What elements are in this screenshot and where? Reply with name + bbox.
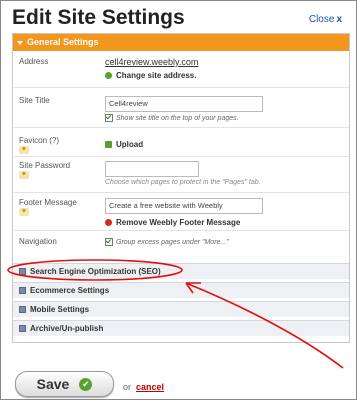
expand-icon [19,306,26,313]
expand-icon [19,325,26,332]
site-title-label: Site Title [19,96,50,105]
section-seo[interactable]: Search Engine Optimization (SEO) [13,263,349,279]
group-pages-checkbox-label: Group excess pages under "More..." [116,238,229,246]
checkmark-icon: ✔ [79,377,93,391]
or-text: or [123,382,132,392]
close-label: Close [308,14,335,25]
remove-icon [105,219,112,226]
divider [13,127,349,128]
group-pages-checkbox[interactable] [105,238,113,246]
change-address-label: Change site address. [116,71,197,80]
change-icon [105,72,112,79]
save-label: Save [36,376,70,392]
footer-message-input[interactable]: Create a free website with Weebly [105,198,263,214]
cancel-link[interactable]: cancel [136,382,164,392]
site-password-input[interactable] [105,161,199,177]
favicon-label: Favicon (?) [19,136,60,145]
change-address-link[interactable]: Change site address. [105,71,198,80]
edit-site-settings-dialog: Edit Site Settings Close x General Settin… [0,0,357,400]
remove-footer-label: Remove Weebly Footer Message [116,218,241,227]
navigation-label: Navigation [19,237,57,246]
expand-icon [19,268,26,275]
upload-icon [105,141,112,148]
show-title-checkbox-label: Show site title on the top of your pages… [116,114,239,122]
footer-message-label: Footer Message [19,198,77,207]
section-seo-label: Search Engine Optimization (SEO) [30,266,161,276]
premium-badge-icon: ✦ [19,208,29,216]
expand-icon [19,287,26,294]
show-title-checkbox[interactable] [105,114,113,122]
divider [13,87,349,88]
premium-badge-icon: ✦ [19,171,29,179]
divider [13,156,349,157]
remove-footer-link[interactable]: Remove Weebly Footer Message [105,218,263,227]
site-password-label: Site Password [19,161,71,170]
site-title-input[interactable]: Cell4review [105,96,263,112]
section-ecommerce-label: Ecommerce Settings [30,285,110,295]
collapse-triangle-icon [17,40,23,45]
divider [13,192,349,193]
upload-label: Upload [116,140,144,149]
section-mobile[interactable]: Mobile Settings [13,301,349,317]
section-archive-label: Archive/Un-publish [30,323,104,333]
close-icon: x [336,14,342,25]
site-password-hint: Choose which pages to protect in the "Pa… [105,179,261,186]
group-pages-checkbox-row[interactable]: Group excess pages under "More..." [105,238,229,246]
save-button[interactable]: Save ✔ [15,371,114,397]
dialog-title: Edit Site Settings [12,6,185,29]
address-label: Address [19,57,49,66]
section-ecommerce[interactable]: Ecommerce Settings [13,282,349,298]
section-archive[interactable]: Archive/Un-publish [13,320,349,336]
premium-badge-icon: ✦ [19,146,29,154]
section-mobile-label: Mobile Settings [30,304,90,314]
general-settings-header[interactable]: General Settings [13,34,349,51]
general-settings-title: General Settings [27,37,99,47]
upload-favicon-link[interactable]: Upload [105,140,143,149]
close-button[interactable]: Close x [309,14,342,25]
divider [13,230,349,231]
site-address-link[interactable]: cell4review.weebly.com [105,57,198,67]
settings-panel: General Settings Address cell4review.wee… [12,33,350,343]
show-title-checkbox-row[interactable]: Show site title on the top of your pages… [105,114,263,122]
